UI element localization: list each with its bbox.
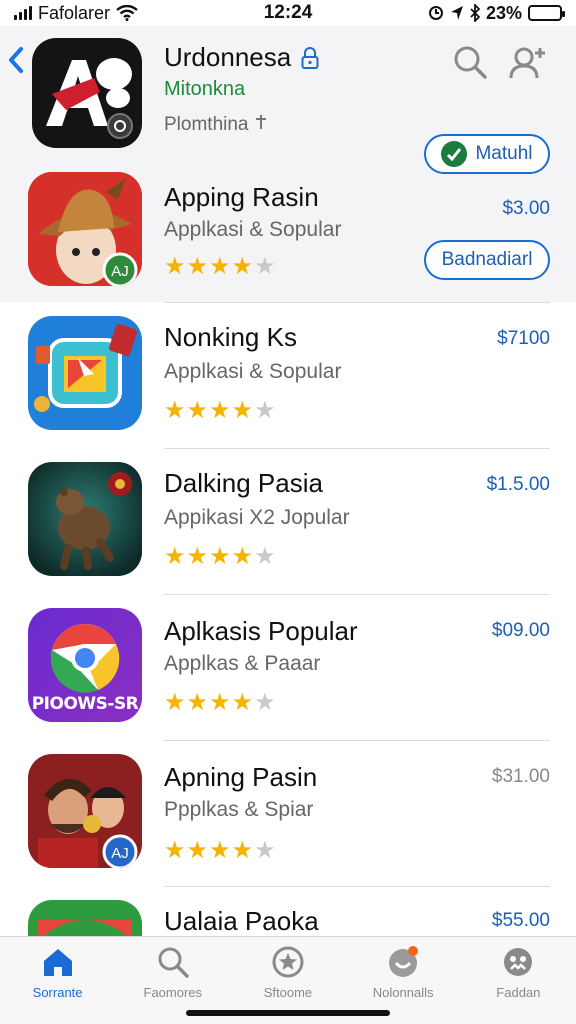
- app-category: Applkas & Paaar: [164, 652, 321, 675]
- tab-notifications[interactable]: Nolonnalls: [346, 937, 461, 1007]
- app-price: $3.00: [502, 198, 550, 219]
- location-icon: [450, 6, 463, 20]
- featured-subtitle: Mitonkna: [164, 78, 246, 100]
- tab-label: Sftoome: [263, 985, 313, 1000]
- home-icon: [43, 949, 72, 976]
- app-price: $7100: [497, 328, 550, 349]
- download-label: Badnadiarl: [441, 249, 533, 270]
- app-price: $55.00: [491, 910, 550, 931]
- notifications-icon: [389, 946, 419, 977]
- search-button[interactable]: [452, 44, 488, 80]
- tab-label: Faomores: [143, 985, 203, 1000]
- app-name: Dalking Pasia: [164, 468, 323, 498]
- tab-label: Nolonnalls: [372, 985, 434, 1000]
- featured-app-icon[interactable]: [32, 38, 142, 148]
- home-indicator[interactable]: [186, 1010, 390, 1016]
- app-icon-hat-character[interactable]: AJ: [28, 172, 142, 286]
- list-item[interactable]: Dalking Pasia Appikasi X2 Jopular ★★★★★ …: [0, 448, 576, 594]
- search-icon: [454, 46, 487, 79]
- back-button[interactable]: [8, 46, 24, 80]
- rating-stars: ★★★★★: [164, 543, 277, 570]
- app-category: Applkasi & Sopular: [164, 218, 342, 241]
- tab-search[interactable]: Faomores: [115, 937, 230, 1007]
- divider: [164, 886, 550, 887]
- star-badge-icon: [272, 946, 304, 978]
- app-name: Aplkasis Popular: [164, 616, 358, 646]
- divider: [164, 448, 550, 449]
- battery-percent: 23%: [485, 2, 522, 23]
- app-price: $1.5.00: [486, 474, 550, 495]
- wifi-icon: [116, 5, 138, 21]
- tab-home[interactable]: Sorrante: [0, 937, 115, 1007]
- tab-label: Faddan: [496, 985, 541, 1000]
- svg-text:AJ: AJ: [111, 845, 129, 862]
- status-time: 12:24: [263, 2, 313, 23]
- install-label: Matuhl: [475, 143, 533, 164]
- account-icon: [504, 948, 533, 976]
- featured-developer: Plomthina: [164, 114, 268, 136]
- lock-icon: [301, 46, 319, 69]
- download-button[interactable]: Badnadiarl: [424, 240, 550, 280]
- list-item[interactable]: Ualaia Paoka $55.00: [0, 886, 576, 936]
- app-name: Ualaia Paoka: [164, 906, 319, 936]
- app-price: $09.00: [491, 620, 550, 641]
- page-title: Urdonnesa: [164, 42, 292, 72]
- app-price: $31.00: [491, 766, 550, 787]
- pin-icon: [255, 115, 266, 129]
- app-icon-browser[interactable]: PIOOWS-SR: [28, 608, 142, 722]
- svg-text:AJ: AJ: [111, 263, 129, 280]
- tab-featured[interactable]: Sftoome: [230, 937, 345, 1007]
- alarm-icon: [428, 6, 443, 20]
- search-icon: [158, 947, 189, 978]
- tab-label: Sorrante: [32, 985, 83, 1000]
- app-name: Apping Rasin: [164, 182, 319, 212]
- status-bar: Fafolarer 12:24 23%: [0, 0, 576, 26]
- list-item[interactable]: PIOOWS-SR Aplkasis Popular Applkas & Paa…: [0, 594, 576, 740]
- profile-add-icon: [509, 47, 545, 79]
- carrier-name: Fafolarer: [38, 2, 111, 23]
- app-icon-bear[interactable]: [28, 462, 142, 576]
- app-icon-green[interactable]: [28, 900, 142, 936]
- rating-stars: ★★★★★: [164, 837, 277, 864]
- app-name: Apning Pasin: [164, 762, 318, 792]
- list-item[interactable]: Nonking Ks Applkasi & Sopular ★★★★★ $710…: [0, 302, 576, 448]
- battery-icon: [528, 5, 565, 21]
- app-category: Ppplkas & Spiar: [164, 798, 314, 821]
- profile-button[interactable]: [508, 44, 548, 80]
- rating-stars: ★★★★★: [164, 397, 277, 424]
- rating-stars: ★★★★★: [164, 689, 277, 716]
- app-name: Nonking Ks: [164, 322, 297, 352]
- app-category: Applkasi & Sopular: [164, 360, 342, 383]
- install-button[interactable]: Matuhl: [424, 134, 550, 174]
- app-icon-characters[interactable]: AJ: [28, 754, 142, 868]
- app-icon-media[interactable]: [28, 316, 142, 430]
- tab-account[interactable]: Faddan: [461, 937, 576, 1007]
- rating-stars: ★★★★★: [164, 253, 277, 280]
- bluetooth-icon: [470, 4, 480, 22]
- signal-icon: [14, 6, 32, 20]
- app-category: Appikasi X2 Jopular: [164, 506, 350, 529]
- list-item[interactable]: AJ Apning Pasin Ppplkas & Spiar ★★★★★ $3…: [0, 740, 576, 886]
- list-item[interactable]: AJ Apping Rasin Applkasi & Sopular ★★★★★…: [0, 170, 576, 300]
- chevron-left-icon: [9, 47, 23, 73]
- divider: [164, 740, 550, 741]
- checkmark-icon: [441, 141, 468, 167]
- divider: [164, 302, 550, 303]
- app-icon-label: PIOOWS-SR: [31, 694, 139, 714]
- divider: [164, 594, 550, 595]
